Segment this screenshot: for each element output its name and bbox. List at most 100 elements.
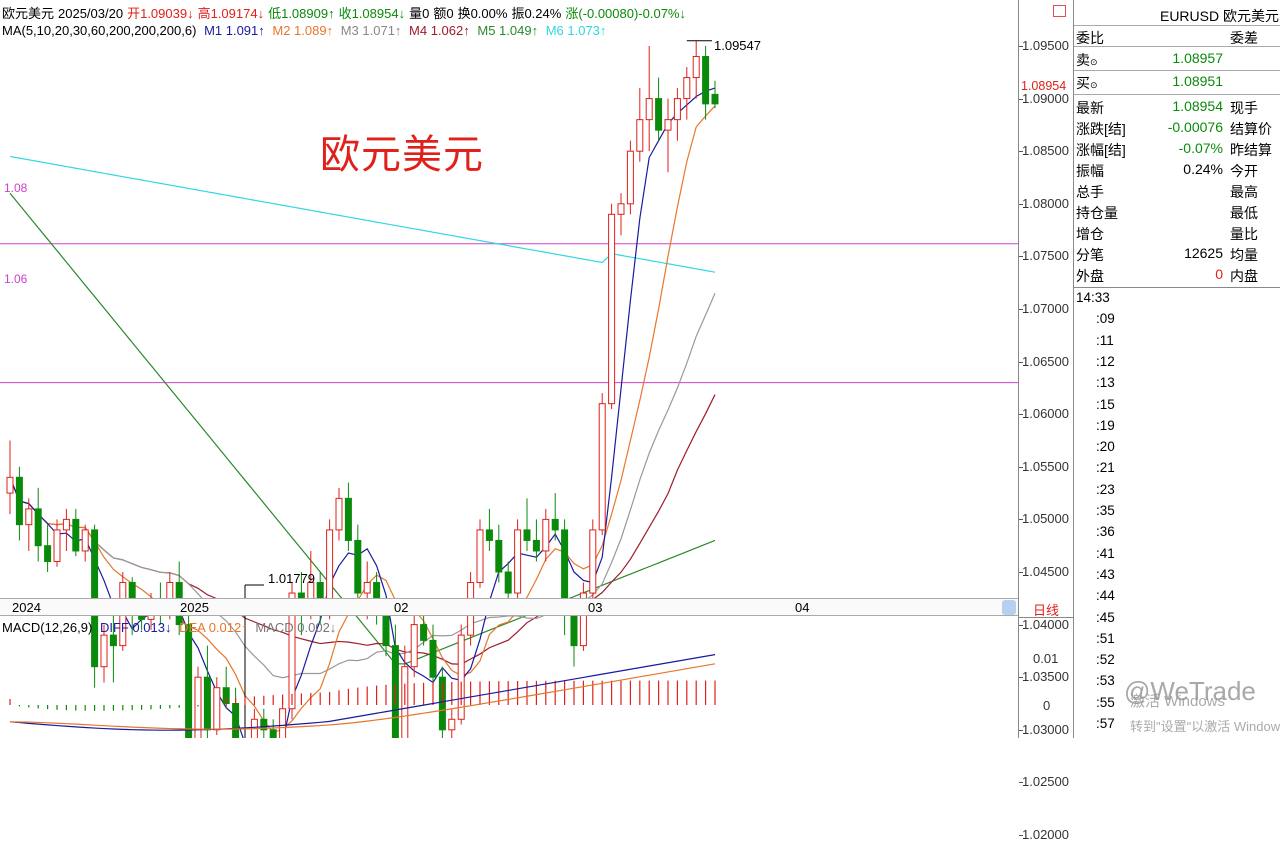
candle[interactable] [53,519,61,567]
quote-row-label: 分笔 [1076,247,1104,263]
candle[interactable] [62,508,70,551]
candle[interactable] [485,508,493,551]
quote-row-label: 增仓 [1076,226,1104,242]
candle[interactable] [335,487,343,541]
tick-time: :36 [1096,524,1115,540]
candle[interactable] [34,487,42,562]
candle[interactable] [655,77,663,141]
scroll-handle[interactable] [1002,600,1016,615]
candle-body [692,56,700,79]
candle-body [81,529,89,552]
candle[interactable] [673,88,681,141]
candle[interactable] [626,140,634,215]
candle[interactable] [542,508,550,562]
candle[interactable] [711,80,719,109]
macd-axis-label-1: 0.01 [1033,651,1059,666]
candle-body [551,518,559,531]
candle-body [363,582,371,594]
price-tick-label: 1.06500 [1022,353,1069,369]
candle[interactable] [72,508,80,557]
candle[interactable] [645,46,653,152]
candle-body [485,529,493,541]
tick-time: :13 [1096,375,1115,391]
candle[interactable] [6,440,14,515]
price-axis[interactable]: 1.09500 1.09000 1.08500 1.08000 1.07500 1.070… [1018,0,1074,842]
candle-body [636,119,644,152]
candle-body [608,213,616,405]
candle-body [664,119,672,131]
quote-row: 最新 1.08954 现手 [1074,96,1280,117]
candle[interactable] [589,519,597,599]
candle-body [532,539,540,552]
candle[interactable] [495,524,503,583]
quote-row-label: 总手 [1076,184,1104,200]
tick-time: :09 [1096,311,1115,327]
sell-row[interactable]: 卖⊙ 1.08957 [1074,48,1280,71]
buy-value: 1.08951 [1172,73,1223,89]
weibi-row: 委比 委差 [1074,26,1280,47]
price-tick-label: 1.05000 [1022,511,1069,527]
candle-body [335,497,343,531]
macd-dea-line [9,663,716,730]
quote-row: 外盘 0 内盘 [1074,264,1280,285]
candle-body [25,508,33,526]
sell-value: 1.08957 [1172,50,1223,66]
quote-row-value: 0 [1215,266,1223,282]
candle[interactable] [617,193,625,236]
quote-row-label: 振幅 [1076,163,1104,179]
candle-body [645,98,653,121]
tick-time: :57 [1096,716,1115,731]
tick-time: :45 [1096,609,1115,625]
time-axis[interactable]: 2024 2025 02 03 04 [0,598,1018,616]
quote-row-value: 1.08954 [1172,98,1223,114]
price-tick-label: 1.03500 [1022,669,1069,685]
kline-chart-area[interactable]: 欧元美元 2025/03/20 开1.09039↓ 高1.09174↓ 低1.08909… [0,0,1018,738]
candle[interactable] [15,466,23,541]
buy-label: 买⊙ [1076,75,1098,91]
candle[interactable] [476,519,484,588]
candle[interactable] [344,482,352,551]
candle[interactable] [702,46,710,120]
price-tick-label: 1.08500 [1022,143,1069,159]
candle[interactable] [683,67,691,120]
candle[interactable] [44,524,52,572]
tick-time: :12 [1096,353,1115,369]
candle[interactable] [523,498,531,551]
wetrade-watermark: @WeTrade [1124,676,1256,706]
weicha-label: 委差 [1230,30,1258,46]
price-tick-label: 1.04500 [1022,564,1069,579]
macd-chart-svg[interactable] [0,618,1018,738]
quote-row-label2: 最高 [1230,184,1258,200]
quote-row-value: 0.24% [1183,161,1223,177]
candle-body [44,545,52,562]
candle[interactable] [551,493,559,541]
candle-body [589,529,597,594]
price-tick-label: 1.03000 [1022,721,1069,737]
candle[interactable] [636,88,644,162]
candle[interactable] [608,203,616,409]
candle-body [476,529,484,584]
buy-row[interactable]: 买⊙ 1.08951 [1074,71,1280,95]
chart-overlay-title: 欧元美元 [320,133,484,177]
tick-time: :19 [1096,417,1115,433]
candle[interactable] [664,98,672,173]
quote-symbol: EURUSD 欧元美元 [1159,8,1279,24]
hline-label-2: 1.06 [4,272,28,286]
price-tick-label: 1.09500 [1022,38,1069,53]
candle-body [6,476,14,494]
time-label-02: 02 [394,600,409,615]
quote-row-label2: 现手 [1230,100,1258,116]
maximize-icon[interactable] [1053,5,1066,17]
candle[interactable] [692,40,700,99]
quote-row-label: 涨跌[结] [1076,121,1126,137]
time-label-2025: 2025 [180,600,209,615]
candle[interactable] [514,519,522,599]
price-tick-label: 1.02500 [1022,774,1069,790]
tick-time: :35 [1096,503,1115,518]
weibi-label: 委比 [1076,30,1104,46]
quote-panel-title: EURUSD 欧元美元 [1074,0,1280,26]
time-label-03: 03 [588,600,603,615]
candle-body [34,508,42,547]
candle[interactable] [598,393,606,536]
candle[interactable] [81,524,89,562]
